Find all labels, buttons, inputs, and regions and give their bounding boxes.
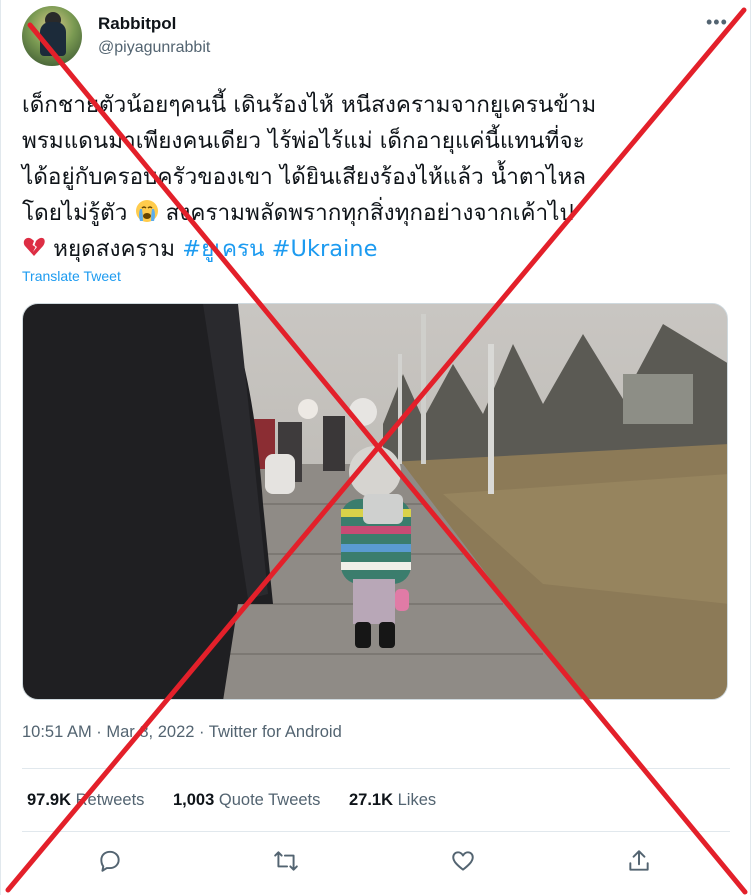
tweet-line-4: โดยไม่รู้ตัว สงครามพลัดพรากทุกสิ่งทุกอย่…: [22, 195, 730, 231]
video-frame: [23, 304, 727, 699]
quote-tweets-stat[interactable]: 1,003 Quote Tweets: [173, 791, 320, 810]
reply-icon[interactable]: [97, 848, 127, 878]
translate-tweet-link[interactable]: Translate Tweet: [22, 268, 121, 284]
likes-count: 27.1K: [349, 791, 394, 809]
likes-label: Likes: [397, 791, 437, 809]
broken-heart-emoji: [23, 237, 45, 256]
tweet-line-1: เด็กชายตัวน้อยๆคนนี้ เดินร้องไห้ หนีสงคร…: [22, 92, 597, 118]
hashtag-ukraine[interactable]: #Ukraine: [272, 236, 378, 262]
stop-war-text: หยุดสงคราม: [53, 236, 176, 262]
tweet-line-5: หยุดสงคราม #ยูเครน #Ukraine: [22, 231, 730, 267]
divider: [22, 831, 730, 832]
tweet-video[interactable]: [22, 303, 728, 700]
tweet-line-4-end: สงครามพลัดพรากทุกสิ่งทุกอย่างจากเค้าไป: [165, 200, 574, 226]
retweets-count: 97.9K: [27, 791, 72, 809]
tweet-actions: [0, 848, 751, 878]
more-options-icon[interactable]: •••: [706, 12, 728, 33]
retweets-label: Retweets: [75, 791, 145, 809]
tweet-stats: 97.9K Retweets 1,003 Quote Tweets 27.1K …: [27, 791, 460, 810]
likes-stat[interactable]: 27.1K Likes: [349, 791, 436, 810]
tweet-line-4-start: โดยไม่รู้ตัว: [22, 200, 128, 226]
tweet-header: Rabbitpol @piyagunrabbit •••: [22, 6, 730, 66]
crying-face-emoji: [135, 200, 158, 222]
avatar[interactable]: [22, 6, 82, 66]
tweet-line-3: ได้อยู่กับครอบครัวของเขา ได้ยินเสียงร้อง…: [22, 164, 587, 190]
like-icon[interactable]: [450, 848, 480, 878]
avatar-figure-body: [40, 22, 66, 56]
author-handle[interactable]: @piyagunrabbit: [98, 39, 210, 57]
author-name[interactable]: Rabbitpol: [98, 14, 176, 34]
divider: [22, 768, 730, 769]
share-icon[interactable]: [626, 848, 656, 878]
tweet-line-2: พรมแดนมาเพียงคนเดียว ไร้พ่อไร้แม่ เด็กอา…: [22, 128, 585, 154]
retweets-stat[interactable]: 97.9K Retweets: [27, 791, 144, 810]
hashtag-ukraine-thai[interactable]: #ยูเครน: [182, 236, 264, 262]
tweet-body: เด็กชายตัวน้อยๆคนนี้ เดินร้องไห้ หนีสงคร…: [22, 87, 730, 267]
tweet-timestamp[interactable]: 10:51 AM · Mar 8, 2022 · Twitter for And…: [22, 723, 342, 742]
quote-tweets-label: Quote Tweets: [218, 791, 321, 809]
retweet-icon[interactable]: [273, 848, 303, 878]
quote-tweets-count: 1,003: [173, 791, 215, 809]
